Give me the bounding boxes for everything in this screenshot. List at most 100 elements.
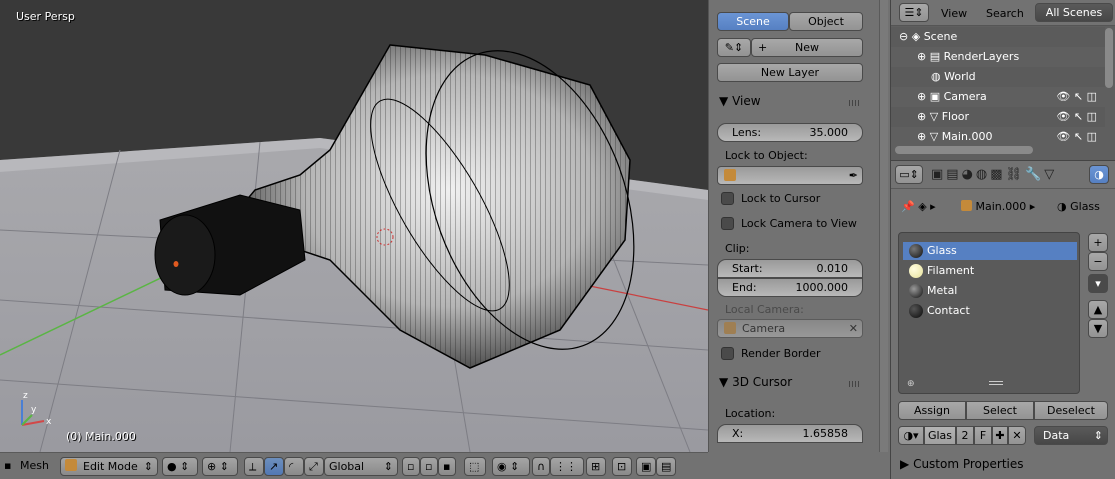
unlink-material-button[interactable]: ✕ bbox=[1008, 426, 1026, 445]
material-tab[interactable]: ◑ bbox=[1089, 165, 1109, 184]
expand-icon[interactable]: ⊕ bbox=[917, 130, 926, 143]
custom-properties-label: Custom Properties bbox=[913, 457, 1024, 471]
mode-select[interactable]: Edit Mode ⇕ bbox=[60, 457, 158, 476]
lock-to-cursor-checkbox[interactable] bbox=[721, 192, 734, 205]
outliner-item-renderlayers[interactable]: ⊕ ▤ RenderLayers bbox=[891, 47, 1105, 67]
menu-collapse-icon[interactable]: ▪ bbox=[0, 457, 14, 476]
move-up-button[interactable]: ▲ bbox=[1088, 300, 1108, 319]
vertex-select-button[interactable]: ▫ bbox=[402, 457, 420, 476]
close-icon[interactable]: ✕ bbox=[849, 320, 858, 337]
cursor-x-field[interactable]: X: 1.65858 bbox=[717, 424, 863, 443]
outliner-view-menu[interactable]: View bbox=[941, 7, 967, 20]
translate-button[interactable]: ↗ bbox=[264, 457, 284, 476]
outliner-item-camera[interactable]: ⊕ ▣ Camera 👁 ↖ ◫ bbox=[891, 87, 1105, 107]
editor-type-select[interactable]: ▭⇕ bbox=[895, 165, 923, 184]
pin-icon[interactable]: 📌 bbox=[901, 200, 915, 213]
lens-value: 35.000 bbox=[809, 126, 849, 139]
new-button[interactable]: + New bbox=[751, 38, 863, 57]
resize-handle-icon[interactable] bbox=[989, 381, 1003, 385]
overlay-button[interactable]: ⊡ bbox=[612, 457, 632, 476]
slot-filament[interactable]: Filament bbox=[903, 262, 1077, 280]
sidebar-scrollbar[interactable] bbox=[879, 0, 888, 452]
drag-grip-icon[interactable] bbox=[849, 100, 861, 106]
render-anim-button[interactable]: ▤ bbox=[656, 457, 676, 476]
visibility-toggles[interactable]: 👁 ↖ ◫ bbox=[1056, 87, 1097, 107]
tab-scene[interactable]: Scene bbox=[717, 12, 789, 31]
outliner-h-scrollbar[interactable] bbox=[895, 146, 1033, 154]
snap-element-select[interactable]: ⋮⋮ bbox=[550, 457, 584, 476]
visibility-toggles[interactable]: 👁 ↖ ◫ bbox=[1056, 107, 1097, 127]
svg-text:x: x bbox=[46, 417, 52, 427]
snap-target-button[interactable]: ⊞ bbox=[586, 457, 606, 476]
link-mode-select[interactable]: Data ⇕ bbox=[1034, 426, 1108, 445]
material-name-field[interactable]: Glas bbox=[924, 426, 956, 445]
mesh-icon: ▽ bbox=[929, 110, 939, 123]
lock-object-field[interactable]: ✒ bbox=[717, 166, 863, 185]
lock-camera-to-view-checkbox[interactable] bbox=[721, 217, 734, 230]
browse-material-button[interactable]: ◑▾ bbox=[898, 426, 924, 445]
chevron-down-icon: ⇕ bbox=[180, 460, 190, 473]
deselect-button[interactable]: Deselect bbox=[1034, 401, 1108, 420]
context-tab-icons[interactable]: ▣▤◕◍▩⛓🔧▽ bbox=[931, 167, 1057, 182]
local-camera-field[interactable]: Camera ✕ bbox=[717, 319, 863, 338]
new-material-button[interactable]: ✚ bbox=[992, 426, 1008, 445]
proportional-edit-select[interactable]: ◉ ⇕ bbox=[492, 457, 530, 476]
filter-options-icon[interactable]: ⊕ bbox=[907, 379, 915, 389]
eyedropper-icon[interactable]: ✒ bbox=[849, 167, 858, 184]
expand-icon[interactable]: ⊕ bbox=[917, 110, 926, 123]
expand-icon[interactable]: ⊕ bbox=[917, 90, 926, 103]
users-count[interactable]: 2 bbox=[956, 426, 974, 445]
slot-metal[interactable]: Metal bbox=[903, 282, 1077, 300]
scale-button[interactable]: ⤢ bbox=[304, 457, 324, 476]
visibility-toggles[interactable]: 👁 ↖ ◫ bbox=[1056, 127, 1097, 147]
tab-object[interactable]: Object bbox=[789, 12, 863, 31]
outliner-filter-select[interactable]: All Scenes bbox=[1035, 3, 1113, 22]
pivot-select[interactable]: ⊕ ⇕ bbox=[202, 457, 238, 476]
pivot-icon: ⊕ bbox=[207, 460, 217, 473]
rotate-button[interactable]: ◜ bbox=[284, 457, 304, 476]
slot-glass[interactable]: Glass bbox=[903, 242, 1077, 260]
outliner-item-world[interactable]: ◍ World bbox=[891, 67, 1105, 87]
manipulator-toggle[interactable]: ⟂ bbox=[244, 457, 264, 476]
new-layer-button[interactable]: New Layer bbox=[717, 63, 863, 82]
shading-select[interactable]: ● ⇕ bbox=[162, 457, 198, 476]
collapse-icon[interactable]: ⊖ bbox=[899, 30, 908, 43]
face-select-button[interactable]: ▪ bbox=[438, 457, 456, 476]
assign-button[interactable]: Assign bbox=[898, 401, 966, 420]
slot-label: Filament bbox=[927, 264, 975, 277]
remove-slot-button[interactable]: − bbox=[1088, 252, 1108, 271]
select-button[interactable]: Select bbox=[966, 401, 1034, 420]
clip-end-field[interactable]: End: 1000.000 bbox=[717, 278, 863, 297]
outliner-item-scene[interactable]: ⊖ ◈ Scene bbox=[891, 27, 1105, 47]
object-cube-icon bbox=[724, 169, 736, 181]
clip-start-field[interactable]: Start: 0.010 bbox=[717, 259, 863, 278]
material-icon: ◑▾ bbox=[903, 429, 919, 442]
view-section-header[interactable]: ▼ View bbox=[713, 91, 865, 111]
drag-grip-icon[interactable] bbox=[849, 381, 861, 387]
snap-toggle[interactable]: ∩ bbox=[532, 457, 550, 476]
mesh-menu[interactable]: Mesh bbox=[16, 457, 52, 476]
3d-viewport[interactable]: z x y User Persp (0) Main.000 bbox=[0, 0, 708, 452]
custom-properties-header[interactable]: ▶ Custom Properties bbox=[900, 457, 1024, 471]
orientation-select[interactable]: Global ⇕ bbox=[324, 457, 398, 476]
outliner-v-scrollbar[interactable] bbox=[1105, 28, 1113, 88]
render-border-checkbox[interactable] bbox=[721, 347, 734, 360]
slot-contact[interactable]: Contact bbox=[903, 302, 1077, 320]
fake-user-button[interactable]: F bbox=[974, 426, 992, 445]
outliner-item-floor[interactable]: ⊕ ▽ Floor 👁 ↖ ◫ bbox=[891, 107, 1105, 127]
expand-icon[interactable]: ⊕ bbox=[917, 50, 926, 63]
slot-specials-button[interactable]: ▾ bbox=[1088, 274, 1108, 293]
edge-select-button[interactable]: ▫ bbox=[420, 457, 438, 476]
outliner-search-menu[interactable]: Search bbox=[986, 7, 1024, 20]
editor-type-select[interactable]: ☰⇕ bbox=[899, 3, 929, 22]
cursor-section-header[interactable]: ▼ 3D Cursor bbox=[713, 372, 865, 392]
add-slot-button[interactable]: + bbox=[1088, 233, 1108, 252]
render-button[interactable]: ▣ bbox=[636, 457, 656, 476]
grease-pencil-button[interactable]: ✎⇕ bbox=[717, 38, 751, 57]
outliner-item-main[interactable]: ⊕ ▽ Main.000 👁 ↖ ◫ bbox=[891, 127, 1105, 147]
limit-selection-button[interactable]: ⬚ bbox=[464, 457, 486, 476]
lens-field[interactable]: Lens: 35.000 bbox=[717, 123, 863, 142]
material-ball-icon bbox=[909, 304, 923, 318]
viewport-toolbar: ▪ Mesh Edit Mode ⇕ ● ⇕ ⊕ ⇕ ⟂ ↗ ◜ ⤢ Globa… bbox=[0, 452, 708, 479]
move-down-button[interactable]: ▼ bbox=[1088, 319, 1108, 338]
